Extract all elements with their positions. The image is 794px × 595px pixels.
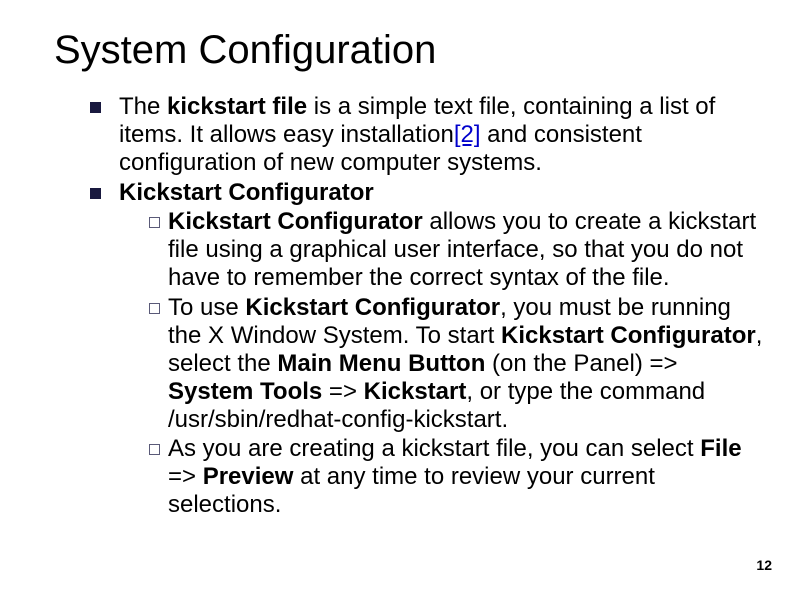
text-bold: Kickstart (364, 378, 467, 405)
sub-text-1: Kickstart Configurator allows you to cre… (168, 208, 764, 292)
bullet-item-1: The kickstart file is a simple text file… (90, 93, 764, 177)
sub-square-icon (149, 217, 160, 228)
text-bold: Kickstart Configurator (119, 179, 374, 206)
text-fragment: As you are creating a kickstart file, yo… (168, 435, 700, 462)
bullet-square-icon (90, 188, 101, 199)
sub-item-3: As you are creating a kickstart file, yo… (149, 435, 764, 519)
sub-list: Kickstart Configurator allows you to cre… (149, 208, 764, 519)
text-fragment: (on the Panel) => (485, 350, 677, 377)
text-bold: System Tools (168, 378, 322, 405)
bullet-text-1: The kickstart file is a simple text file… (119, 93, 764, 177)
text-fragment: To use (168, 294, 245, 321)
text-bold: Kickstart Configurator (168, 208, 423, 235)
text-bold: kickstart file (167, 93, 307, 120)
bullet-item-2: Kickstart Configurator Kickstart Configu… (90, 179, 764, 520)
page-number: 12 (756, 557, 772, 573)
bullet-text-2: Kickstart Configurator Kickstart Configu… (119, 179, 764, 520)
slide-title: System Configuration (54, 28, 764, 73)
sub-square-icon (149, 444, 160, 455)
text-bold: Preview (203, 463, 294, 490)
text-fragment: => (168, 463, 203, 490)
content-area: The kickstart file is a simple text file… (90, 93, 764, 520)
text-fragment: The (119, 93, 167, 120)
text-bold: File (700, 435, 741, 462)
text-bold: Kickstart Configurator (501, 322, 756, 349)
citation-link[interactable]: [2] (454, 121, 481, 148)
text-fragment: => (322, 378, 363, 405)
text-bold: Kickstart Configurator (245, 294, 500, 321)
sub-item-1: Kickstart Configurator allows you to cre… (149, 208, 764, 292)
bullet-square-icon (90, 102, 101, 113)
sub-text-2: To use Kickstart Configurator, you must … (168, 294, 764, 434)
sub-text-3: As you are creating a kickstart file, yo… (168, 435, 764, 519)
sub-square-icon (149, 303, 160, 314)
text-bold: Main Menu Button (277, 350, 485, 377)
sub-item-2: To use Kickstart Configurator, you must … (149, 294, 764, 434)
